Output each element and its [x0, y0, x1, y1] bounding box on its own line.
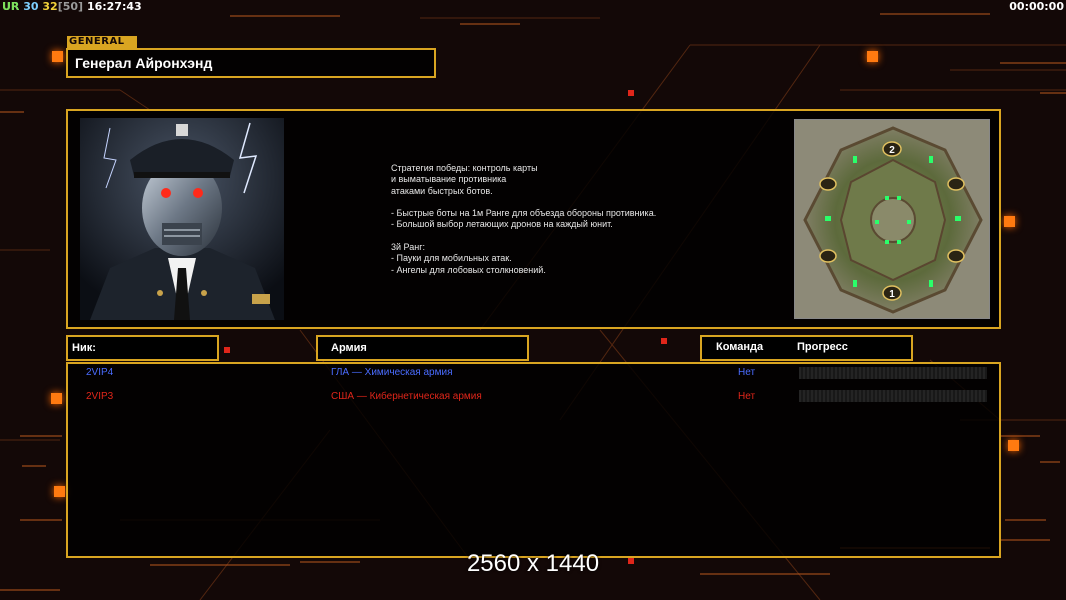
general-name: Генерал Айронхэнд: [75, 55, 213, 71]
player-progress-bar: [799, 367, 987, 379]
hud-stat-3: [50]: [57, 0, 84, 13]
strategy-line: 3й Ранг:: [391, 242, 425, 253]
player-nick: 2VIP3: [86, 391, 114, 402]
strategy-line: [391, 231, 751, 242]
glow-square: [1008, 440, 1019, 451]
strategy-line: Стратегия победы: контроль карты: [391, 163, 538, 173]
player-army: ГЛА — Химическая армия: [331, 367, 453, 378]
player-nick: 2VIP4: [86, 367, 114, 378]
player-team: Нет: [738, 391, 756, 402]
header-progress: Прогресс: [797, 341, 848, 353]
glow-square: [52, 51, 63, 62]
hud-clock: 16:27:43: [86, 0, 142, 13]
strategy-description: Стратегия победы: контроль карты и вымат…: [391, 163, 751, 276]
general-tag: GENERAL: [67, 36, 137, 48]
resolution-caption: 2560 x 1440: [466, 550, 600, 577]
strategy-line: - Пауки для мобильных атак.: [391, 253, 512, 264]
strategy-line: - Большой выбор летающих дронов на кажды…: [391, 219, 613, 230]
player-progress-bar: [799, 390, 987, 402]
strategy-line: - Быстрые боты на 1м Ранге для объезда о…: [391, 208, 657, 219]
cyborg-general-portrait: [80, 118, 284, 320]
hud-timer: 00:00:00: [1009, 0, 1064, 13]
glow-square: [54, 486, 65, 497]
hud-stats: UR 30 32[50] 16:27:43: [2, 0, 142, 14]
header-army: Армия: [331, 342, 367, 354]
player-army: США — Кибернетическая армия: [331, 391, 482, 402]
glow-square: [51, 393, 62, 404]
hud-ur-label: UR: [2, 0, 20, 13]
header-nick: Ник:: [72, 342, 96, 354]
strategy-line: и выматывание противника: [391, 174, 507, 185]
glow-square: [661, 338, 667, 344]
map-slot-top-label: 2: [889, 145, 895, 156]
strategy-line: атаками быстрых ботов.: [391, 185, 493, 196]
glow-square: [628, 90, 634, 96]
glow-square: [224, 347, 230, 353]
hud-stat-1: 30: [23, 0, 39, 13]
player-team: Нет: [738, 367, 756, 378]
header-team: Команда: [716, 341, 764, 353]
glow-square: [867, 51, 878, 62]
map-slot-bottom-label: 1: [889, 289, 895, 300]
glow-square: [1004, 216, 1015, 227]
battle-map-minimap[interactable]: 2 1: [794, 119, 990, 319]
strategy-line: - Ангелы для лобовых столкновений.: [391, 264, 546, 275]
strategy-line: [391, 197, 751, 208]
hud-stat-2: 32: [42, 0, 58, 13]
